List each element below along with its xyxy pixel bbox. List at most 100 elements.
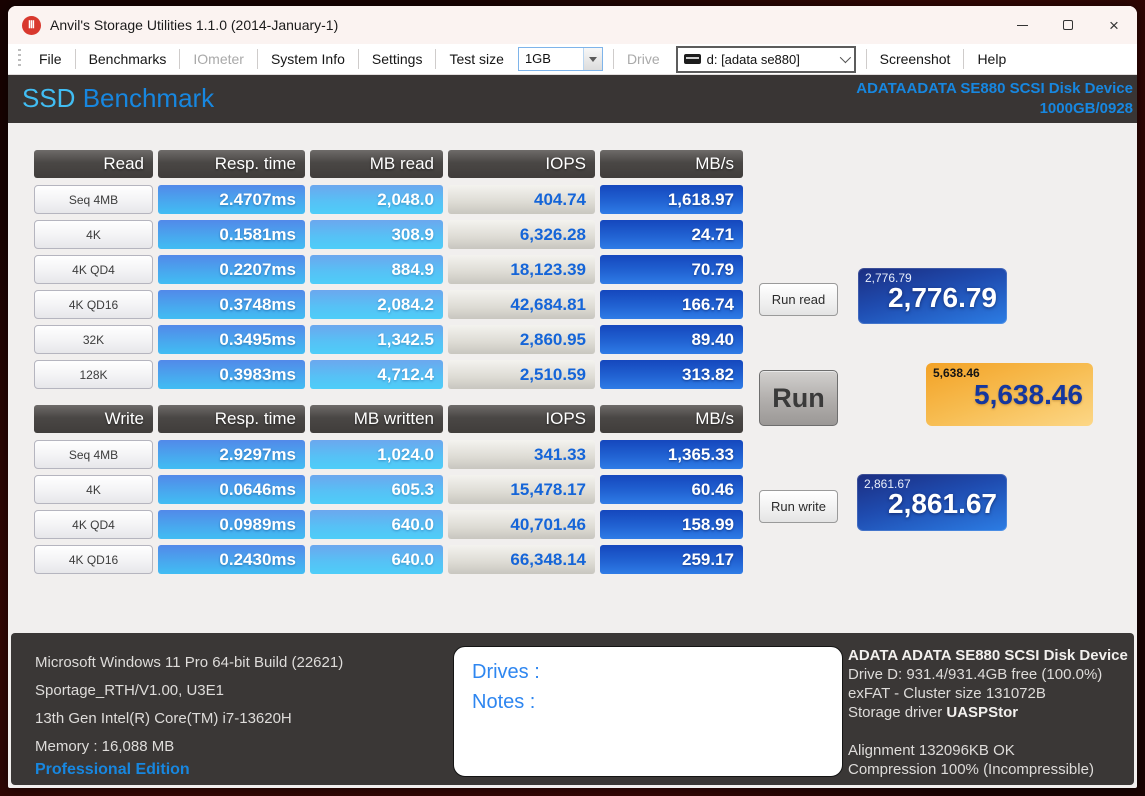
menu-help[interactable]: Help (967, 51, 1016, 67)
read-resp-value: 0.3748ms (158, 290, 305, 319)
device-alignment: Alignment 132096KB OK (848, 742, 1015, 759)
write-iops-value: 66,348.14 (448, 545, 595, 574)
read-row-label: 4K QD4 (34, 255, 153, 284)
write-header-mbs: MB/s (600, 405, 743, 433)
menu-separator (963, 49, 965, 69)
read-resp-value: 2.4707ms (158, 185, 305, 214)
write-iops-value: 341.33 (448, 440, 595, 469)
close-button[interactable]: × (1091, 6, 1137, 44)
write-resp-value: 0.0989ms (158, 510, 305, 539)
board-info: Sportage_RTH/V1.00, U3E1 (35, 682, 225, 699)
write-header-resp: Resp. time (158, 405, 305, 433)
read-header-test: Read (34, 150, 153, 178)
maximize-icon (1063, 20, 1073, 30)
read-row-label: 4K (34, 220, 153, 249)
run-write-button[interactable]: Run write (759, 490, 838, 523)
device-driver-prefix: Storage driver (848, 704, 947, 721)
menu-system-info[interactable]: System Info (261, 51, 355, 67)
write-table: Write Resp. time MB written IOPS MB/s Se… (34, 405, 743, 574)
write-mb-value: 605.3 (310, 475, 443, 504)
read-mb-value: 308.9 (310, 220, 443, 249)
device-free-space: Drive D: 931.4/931.4GB free (100.0%) (848, 666, 1103, 683)
read-resp-value: 0.3983ms (158, 360, 305, 389)
read-mbs-value: 89.40 (600, 325, 743, 354)
write-mbs-value: 60.46 (600, 475, 743, 504)
read-header-mb: MB read (310, 150, 443, 178)
total-score-box: 5,638.46 5,638.46 (926, 363, 1093, 426)
read-row-label: 4K QD16 (34, 290, 153, 319)
run-button[interactable]: Run (759, 370, 838, 426)
read-mb-value: 4,712.4 (310, 360, 443, 389)
write-iops-value: 40,701.46 (448, 510, 595, 539)
write-iops-value: 15,478.17 (448, 475, 595, 504)
write-resp-value: 0.2430ms (158, 545, 305, 574)
drives-notes-box[interactable]: Drives : Notes : (453, 646, 843, 777)
device-capacity: 1000GB/0928 (1039, 100, 1133, 117)
dropdown-arrow-icon (588, 56, 597, 62)
device-title: ADATA ADATA SE880 SCSI Disk Device (848, 647, 1128, 664)
menu-bar: File Benchmarks IOmeter System Info Sett… (8, 44, 1137, 75)
test-size-dropdown-button[interactable] (582, 48, 602, 70)
drive-select[interactable]: d: [adata se880] (675, 45, 856, 73)
read-mb-value: 2,084.2 (310, 290, 443, 319)
menu-separator (256, 49, 258, 69)
write-row-label: Seq 4MB (34, 440, 153, 469)
window-controls: × (999, 6, 1137, 44)
total-score-small: 5,638.46 (933, 366, 980, 380)
test-size-select[interactable]: 1GB (517, 47, 603, 71)
benchmark-header: SSD Benchmark ADATAADATA SE880 SCSI Disk… (8, 75, 1137, 123)
device-info-block: ADATA ADATA SE880 SCSI Disk Device Drive… (848, 646, 1128, 779)
notes-label: Notes : (472, 691, 536, 713)
test-size-value: 1GB (524, 51, 551, 66)
write-row-label: 4K QD16 (34, 545, 153, 574)
write-row-label: 4K (34, 475, 153, 504)
menu-settings[interactable]: Settings (362, 51, 433, 67)
read-mb-value: 2,048.0 (310, 185, 443, 214)
drive-value: d: [adata se880] (706, 51, 800, 67)
read-score-box: 2,776.79 2,776.79 (858, 268, 1007, 324)
read-resp-value: 0.1581ms (158, 220, 305, 249)
menu-separator (435, 49, 437, 69)
menu-benchmarks[interactable]: Benchmarks (79, 51, 177, 67)
read-row-label: 32K (34, 325, 153, 354)
write-header-mb: MB written (310, 405, 443, 433)
read-header-iops: IOPS (448, 150, 595, 178)
menu-file[interactable]: File (29, 51, 72, 67)
drives-label: Drives : (472, 661, 540, 683)
read-mbs-value: 24.71 (600, 220, 743, 249)
read-resp-value: 0.3495ms (158, 325, 305, 354)
close-icon: × (1109, 15, 1119, 35)
maximize-button[interactable] (1045, 6, 1091, 44)
memory-info: Memory : 16,088 MB (35, 738, 175, 755)
menu-screenshot[interactable]: Screenshot (870, 51, 961, 67)
write-row-label: 4K QD4 (34, 510, 153, 539)
read-iops-value: 42,684.81 (448, 290, 595, 319)
device-summary: ADATAADATA SE880 SCSI Disk Device 1000GB… (856, 79, 1133, 119)
read-mbs-value: 166.74 (600, 290, 743, 319)
write-score-big: 2,861.67 (888, 488, 997, 519)
chevron-down-icon (839, 51, 851, 64)
device-driver-name: UASPStor (946, 704, 1019, 721)
read-resp-value: 0.2207ms (158, 255, 305, 284)
app-window: Anvil's Storage Utilities 1.1.0 (2014-Ja… (8, 6, 1137, 788)
read-iops-value: 2,860.95 (448, 325, 595, 354)
main-area: Read Resp. time MB read IOPS MB/s Seq 4M… (8, 123, 1137, 630)
menu-iometer: IOmeter (193, 51, 244, 67)
cpu-info: 13th Gen Intel(R) Core(TM) i7-13620H (35, 710, 292, 727)
run-read-button[interactable]: Run read (759, 283, 838, 316)
drive-icon (683, 54, 701, 64)
app-icon (22, 15, 41, 35)
title-bar: Anvil's Storage Utilities 1.1.0 (2014-Ja… (8, 6, 1137, 44)
minimize-button[interactable] (999, 6, 1045, 44)
write-mb-value: 1,024.0 (310, 440, 443, 469)
read-header-resp: Resp. time (158, 150, 305, 178)
read-row-label: 128K (34, 360, 153, 389)
read-mbs-value: 1,618.97 (600, 185, 743, 214)
read-mbs-value: 70.79 (600, 255, 743, 284)
read-mbs-value: 313.82 (600, 360, 743, 389)
menu-separator (865, 49, 867, 69)
footer-panel: Microsoft Windows 11 Pro 64-bit Build (2… (11, 633, 1134, 785)
menu-separator (357, 49, 359, 69)
write-resp-value: 0.0646ms (158, 475, 305, 504)
